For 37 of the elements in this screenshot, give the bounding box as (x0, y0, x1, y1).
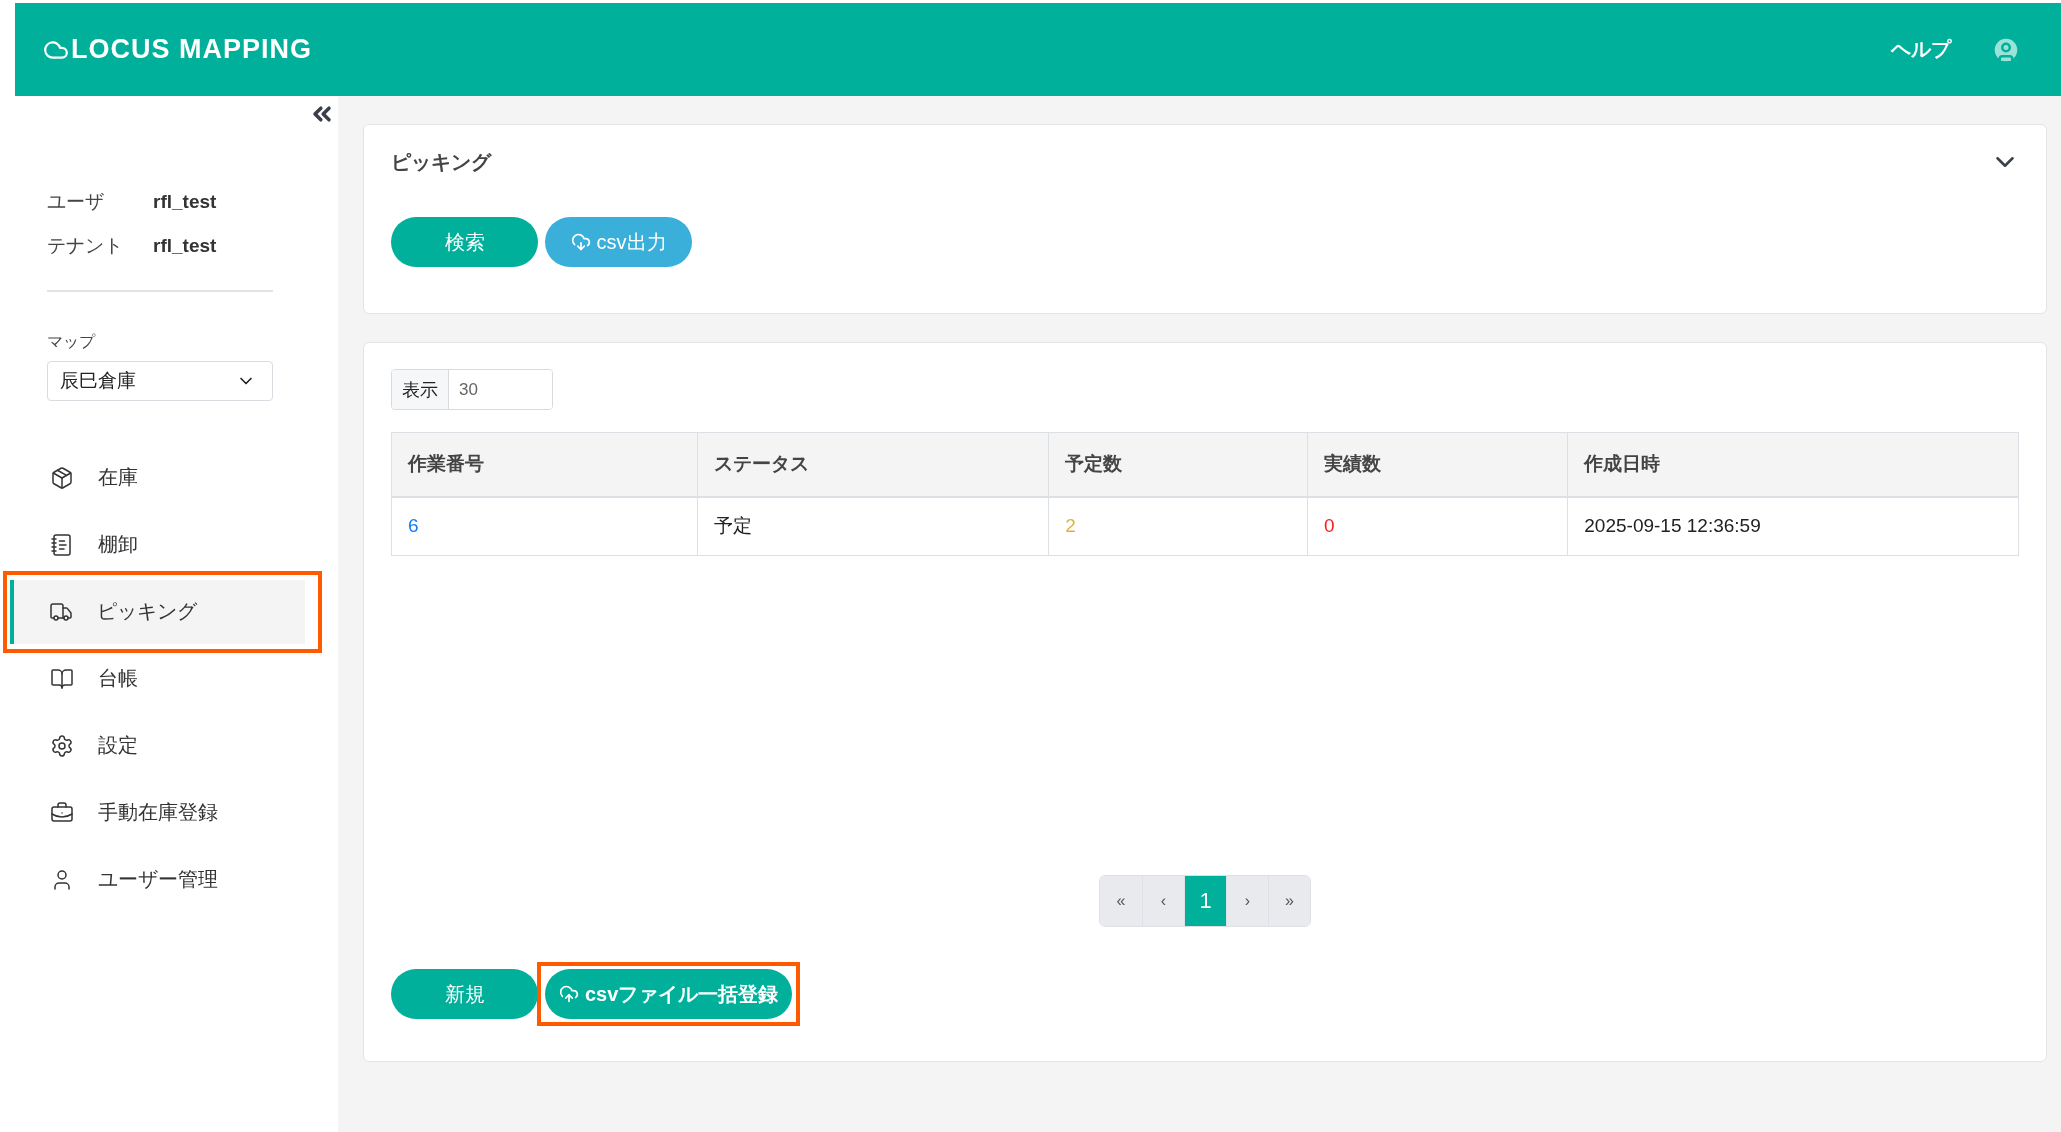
panel-title: ピッキング (391, 149, 491, 175)
column-header: 作業番号 (391, 432, 698, 497)
nav-item[interactable]: 在庫 (0, 452, 338, 503)
job-number-link[interactable]: 6 (391, 496, 698, 556)
info-label: ユーザ (47, 190, 105, 214)
cloud-upload-icon (559, 984, 579, 1004)
page-button[interactable]: ‹ (1142, 876, 1184, 926)
page-size-field[interactable]: 表示 30 (391, 369, 553, 410)
nav-item[interactable]: 台帳 (0, 653, 338, 704)
map-label: マップ (46, 332, 97, 352)
nav-item[interactable]: 棚卸 (0, 519, 338, 570)
nav-item[interactable]: 手動在庫登録 (0, 787, 338, 838)
table-cell: 0 (1307, 496, 1568, 556)
box-icon (50, 465, 74, 490)
info-value: rfl_test (153, 191, 217, 213)
table-cell: 2 (1048, 496, 1308, 556)
table-cell: 2025-09-15 12:36:59 (1567, 496, 2019, 556)
page-button[interactable]: » (1268, 876, 1310, 926)
briefcase-icon (50, 800, 74, 825)
book-icon (50, 666, 74, 691)
column-header: 実績数 (1307, 432, 1568, 497)
cloud-download-icon (570, 232, 591, 252)
column-header: 予定数 (1048, 432, 1308, 497)
nav-item[interactable]: ピッキング (10, 579, 305, 644)
info-value: rfl_test (153, 235, 217, 257)
page-button[interactable]: › (1226, 876, 1268, 926)
column-header: 作成日時 (1567, 432, 2019, 497)
app-logo: LOCUS MAPPING (71, 34, 312, 65)
column-header: ステータス (697, 432, 1049, 497)
nav-item[interactable]: 設定 (0, 720, 338, 771)
nav-item[interactable]: ユーザー管理 (0, 854, 338, 905)
table-cell: 予定 (697, 496, 1049, 556)
page-button[interactable]: « (1100, 876, 1142, 926)
settings-icon (50, 733, 74, 758)
map-select[interactable]: 辰巳倉庫 (47, 361, 273, 401)
info-label: テナント (47, 234, 124, 258)
notepad-icon (50, 532, 74, 557)
